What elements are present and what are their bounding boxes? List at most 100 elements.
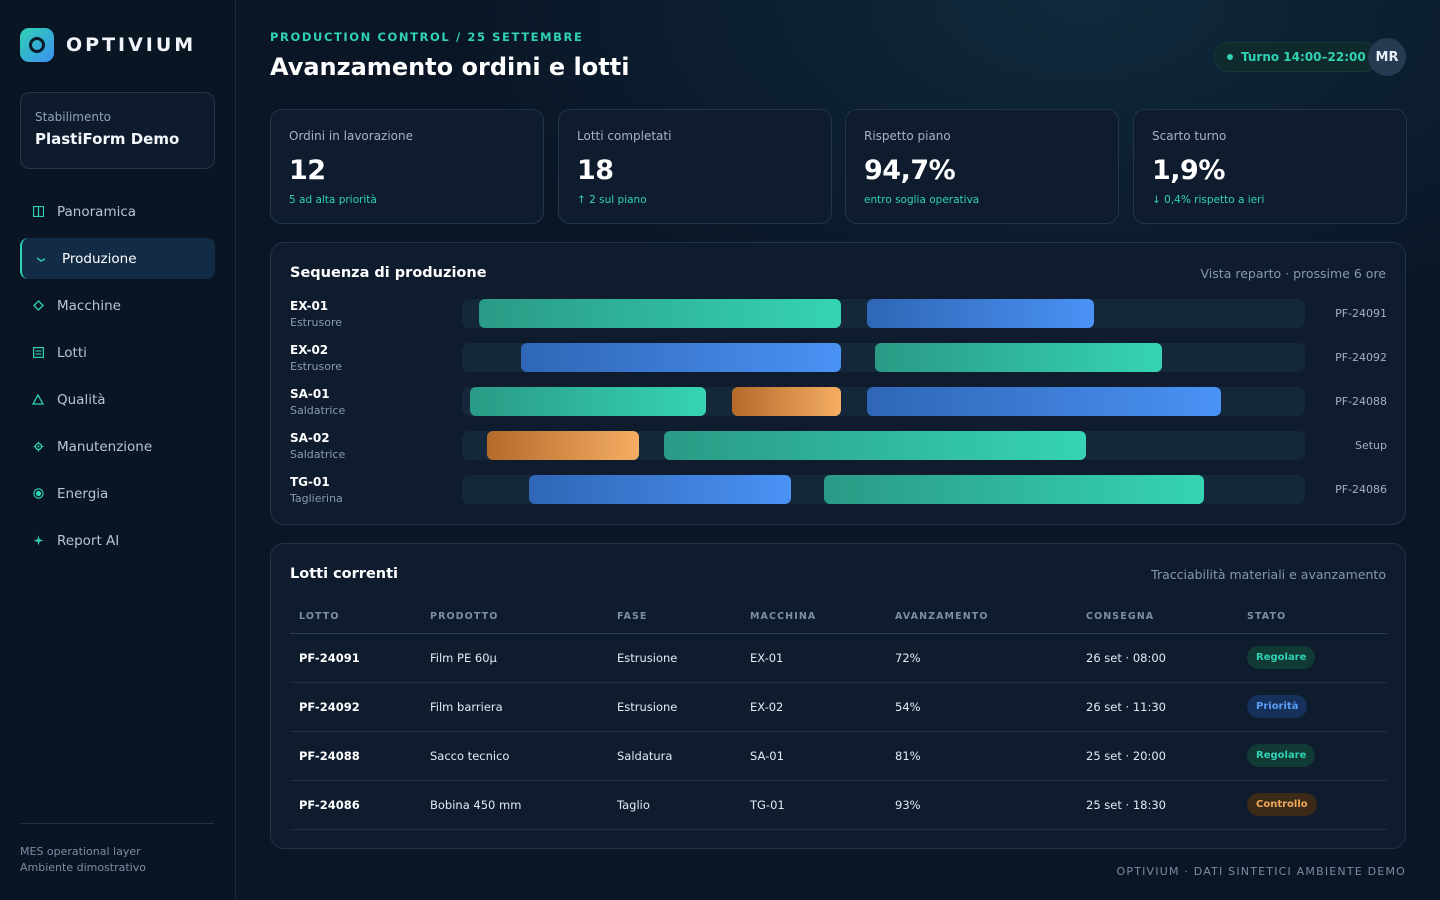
table-row[interactable]: PF-24086 Bobina 450 mm Taglio TG-01 93% … (290, 780, 1387, 830)
lot-ref: PF-24092 (1335, 351, 1387, 364)
column-header[interactable]: FASE (608, 600, 741, 634)
status-cell: Regolare (1238, 731, 1387, 781)
product: Sacco tecnico (421, 731, 608, 781)
machine: EX-02 (741, 682, 886, 732)
kpi-card-scarto: Scarto turno 1,9% ↓ 0,4% rispetto a ieri (1133, 109, 1407, 224)
timeline-track (462, 431, 1305, 460)
kpi-note: ↓ 0,4% rispetto a ieri (1152, 194, 1265, 206)
sidebar-item-label: Macchine (57, 297, 121, 314)
schedule-bar-orange[interactable] (487, 431, 640, 460)
schedule-bar-blue[interactable] (866, 387, 1221, 416)
status-badge: Regolare (1247, 744, 1316, 767)
kpi-note: ↑ 2 sul piano (577, 194, 647, 206)
sidebar-item-lotti[interactable]: Lotti (20, 332, 215, 373)
machine: SA-01 (741, 731, 886, 781)
product: Film PE 60µ (421, 633, 608, 683)
shift-label: Turno 14:00–22:00 (1241, 50, 1366, 64)
lot-ref: Setup (1354, 439, 1387, 452)
machine-type: Taglierina (290, 492, 343, 505)
status-cell: Controllo (1238, 780, 1387, 830)
product: Film barriera (421, 682, 608, 732)
sidebar-item-macchine[interactable]: Macchine (20, 285, 215, 326)
kpi-note: entro soglia operativa (864, 194, 980, 206)
sidebar-item-produzione[interactable]: Produzione (20, 238, 215, 279)
column-header[interactable]: MACCHINA (741, 600, 886, 634)
machine-type: Saldatrice (290, 404, 346, 417)
status-badge: Regolare (1247, 646, 1316, 669)
production-sequence-panel: Sequenza di produzione Vista reparto · p… (270, 242, 1406, 525)
schedule-row[interactable]: EX-02 Estrusore PF-24092 (290, 342, 1387, 378)
avatar[interactable]: MR (1368, 38, 1406, 76)
kpi-label: Lotti completati (577, 129, 672, 143)
column-header[interactable]: CONSEGNA (1077, 600, 1238, 634)
sidebar-item-label: Energia (57, 485, 109, 502)
machine: TG-01 (741, 780, 886, 830)
schedule-row[interactable]: TG-01 Taglierina PF-24086 (290, 474, 1387, 510)
kpi-note: 5 ad alta priorità (289, 194, 377, 206)
schedule-bar-teal[interactable] (824, 475, 1204, 504)
sidebar-footer: MES operational layer Ambiente dimostrat… (20, 823, 214, 876)
schedule-row[interactable]: SA-01 Saldatrice PF-24088 (290, 386, 1387, 422)
kpi-label: Ordini in lavorazione (289, 129, 414, 143)
machine-type: Saldatrice (290, 448, 346, 461)
phase: Estrusione (608, 633, 741, 683)
table-row[interactable]: PF-24088 Sacco tecnico Saldatura SA-01 8… (290, 731, 1387, 781)
layout-icon (32, 206, 44, 218)
schedule-row[interactable]: SA-02 Saldatrice Setup (290, 430, 1387, 466)
brand-logo-icon (20, 28, 54, 62)
panel-subtitle: Tracciabilità materiali e avanzamento (1151, 567, 1386, 582)
schedule-row[interactable]: EX-01 Estrusore PF-24091 (290, 298, 1387, 334)
machine-code: EX-02 (290, 343, 329, 357)
triangle-icon (32, 394, 44, 406)
kpi-label: Scarto turno (1152, 129, 1227, 143)
column-header[interactable]: PRODOTTO (421, 600, 608, 634)
sparkle-icon (32, 535, 44, 547)
schedule-bar-teal[interactable] (478, 299, 842, 328)
status-dot-icon (1227, 54, 1233, 60)
sidebar-item-panoramica[interactable]: Panoramica (20, 191, 215, 232)
sidebar-item-energia[interactable]: Energia (20, 473, 215, 514)
page-title: Avanzamento ordini e lotti (270, 53, 630, 81)
panel-title: Lotti correnti (290, 566, 398, 582)
phase: Saldatura (608, 731, 741, 781)
sidebar-item-label: Report AI (57, 532, 120, 549)
progress: 81% (886, 731, 1077, 781)
table-row[interactable]: PF-24091 Film PE 60µ Estrusione EX-01 72… (290, 633, 1387, 683)
delivery: 25 set · 18:30 (1077, 780, 1238, 830)
kpi-value: 1,9% (1152, 155, 1225, 186)
sidebar-item-manutenzione[interactable]: Manutenzione (20, 426, 215, 467)
lot-id: PF-24092 (290, 682, 421, 732)
schedule-bar-blue[interactable] (521, 343, 842, 372)
list-icon (32, 347, 44, 359)
table-header-row: LOTTO PRODOTTO FASE MACCHINA AVANZAMENTO… (290, 600, 1387, 634)
table-row[interactable]: PF-24092 Film barriera Estrusione EX-02 … (290, 682, 1387, 732)
schedule-bar-blue[interactable] (866, 299, 1095, 328)
lot-ref: PF-24091 (1335, 307, 1387, 320)
column-header[interactable]: AVANZAMENTO (886, 600, 1077, 634)
machine-code: SA-02 (290, 431, 330, 445)
sidebar-item-label: Panoramica (57, 203, 137, 220)
plant-name: PlastiForm Demo (35, 130, 180, 148)
machine-code: EX-01 (290, 299, 329, 313)
schedule-bar-orange[interactable] (731, 387, 842, 416)
schedule-bar-teal[interactable] (875, 343, 1162, 372)
brand-name: OPTIVIUM (66, 34, 197, 56)
sidebar-item-label: Produzione (62, 250, 137, 267)
kpi-card-ordini: Ordini in lavorazione 12 5 ad alta prior… (270, 109, 544, 224)
column-header[interactable]: LOTTO (290, 600, 421, 634)
sidebar-item-qualita[interactable]: Qualità (20, 379, 215, 420)
plant-label: Stabilimento (35, 110, 112, 124)
column-header[interactable]: STATO (1238, 600, 1387, 634)
schedule-bar-blue[interactable] (529, 475, 791, 504)
kpi-card-rispetto-piano: Rispetto piano 94,7% entro soglia operat… (845, 109, 1119, 224)
timeline-track (462, 299, 1305, 328)
shift-badge[interactable]: Turno 14:00–22:00 (1214, 42, 1379, 72)
plant-selector[interactable]: Stabilimento PlastiForm Demo (20, 92, 215, 169)
status-cell: Priorità (1238, 682, 1387, 732)
timeline-track (462, 343, 1305, 372)
schedule-bar-teal[interactable] (470, 387, 707, 416)
schedule-bar-teal[interactable] (664, 431, 1086, 460)
sidebar-item-report-ai[interactable]: Report AI (20, 520, 215, 561)
brand[interactable]: OPTIVIUM (20, 28, 196, 62)
diamond-icon (32, 300, 44, 312)
